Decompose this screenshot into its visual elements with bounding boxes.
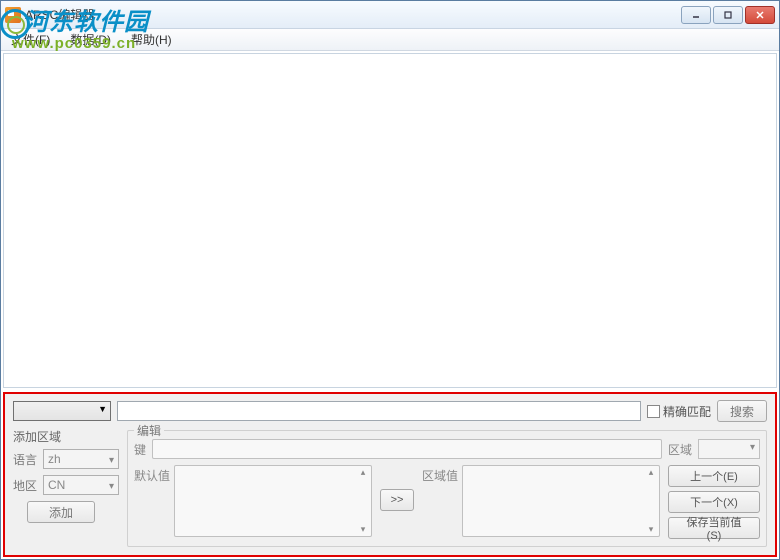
window-title: ARSC编辑器 bbox=[25, 6, 681, 23]
close-button[interactable] bbox=[745, 6, 775, 24]
default-value-textarea[interactable] bbox=[174, 465, 372, 537]
main-content-area[interactable] bbox=[3, 53, 777, 388]
region-value-label: 区域值 bbox=[422, 465, 458, 540]
save-button[interactable]: 保存当前值(S) bbox=[668, 517, 760, 539]
maximize-button[interactable] bbox=[713, 6, 743, 24]
scroll-up-icon[interactable]: ▴ bbox=[644, 467, 658, 481]
app-icon bbox=[5, 7, 21, 23]
edit-region-combo[interactable] bbox=[698, 439, 760, 459]
add-region-title: 添加区域 bbox=[13, 428, 119, 445]
exact-match-checkbox[interactable] bbox=[647, 405, 660, 418]
search-type-combo[interactable] bbox=[13, 401, 111, 421]
scroll-down-icon[interactable]: ▾ bbox=[356, 524, 370, 538]
titlebar: ARSC编辑器 bbox=[1, 1, 779, 29]
language-combo[interactable]: zh bbox=[43, 449, 119, 469]
copy-to-region-button[interactable]: >> bbox=[380, 489, 414, 511]
region-value-textarea[interactable] bbox=[462, 465, 660, 537]
edit-region-label: 区域 bbox=[668, 441, 692, 458]
edit-group-title: 编辑 bbox=[134, 422, 164, 439]
menu-file[interactable]: 文件(F) bbox=[7, 29, 54, 50]
lower-section: 添加区域 语言 zh 地区 CN 添加 编辑 键 区域 bbox=[13, 428, 767, 547]
search-input[interactable] bbox=[117, 401, 641, 421]
scroll-down-icon[interactable]: ▾ bbox=[644, 524, 658, 538]
menu-help[interactable]: 帮助(H) bbox=[127, 29, 176, 50]
region-combo[interactable]: CN bbox=[43, 475, 119, 495]
search-row: 精确匹配 搜索 bbox=[13, 400, 767, 422]
menubar: 文件(F) 数据(D) 帮助(H) bbox=[1, 29, 779, 51]
key-label: 键 bbox=[134, 441, 146, 458]
next-button[interactable]: 下一个(X) bbox=[668, 491, 760, 513]
default-value-label: 默认值 bbox=[134, 465, 170, 540]
add-region-group: 添加区域 语言 zh 地区 CN 添加 bbox=[13, 428, 119, 547]
minimize-button[interactable] bbox=[681, 6, 711, 24]
menu-data[interactable]: 数据(D) bbox=[66, 29, 115, 50]
language-label: 语言 bbox=[13, 451, 39, 468]
app-window: ARSC编辑器 文件(F) 数据(D) 帮助(H) 精确匹配 bbox=[0, 0, 780, 560]
exact-match-text: 精确匹配 bbox=[663, 403, 711, 420]
region-label: 地区 bbox=[13, 477, 39, 494]
key-input[interactable] bbox=[152, 439, 662, 459]
scroll-up-icon[interactable]: ▴ bbox=[356, 467, 370, 481]
exact-match-checkbox-label[interactable]: 精确匹配 bbox=[647, 403, 711, 420]
add-button[interactable]: 添加 bbox=[27, 501, 95, 523]
bottom-panel: 精确匹配 搜索 添加区域 语言 zh 地区 CN 添加 编辑 bbox=[3, 392, 777, 557]
edit-group: 编辑 键 区域 默认值 ▴ ▾ bbox=[127, 430, 767, 547]
search-button[interactable]: 搜索 bbox=[717, 400, 767, 422]
prev-button[interactable]: 上一个(E) bbox=[668, 465, 760, 487]
